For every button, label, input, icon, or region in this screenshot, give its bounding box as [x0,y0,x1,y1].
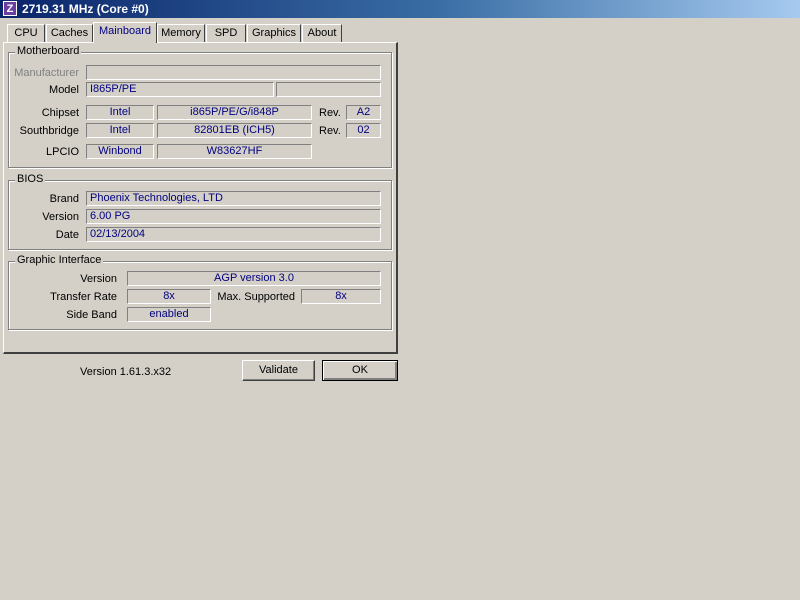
validate-button[interactable]: Validate [242,360,315,381]
southbridge-rev-field: 02 [346,123,381,138]
bios-date-label: Date [55,229,79,241]
lpcio-model-field: W83627HF [157,144,312,159]
tab-memory[interactable]: Memory [157,24,205,42]
cpuz-app-icon: Z [3,1,17,16]
transfer-rate-label: Transfer Rate [50,291,117,303]
gi-version-field: AGP version 3.0 [127,271,381,286]
max-supported-label: Max. Supported [217,291,295,303]
model-extra-field [276,82,381,97]
lpcio-vendor-field: Winbond [86,144,154,159]
tab-mainboard[interactable]: Mainboard [93,22,157,43]
lpcio-label: LPCIO [45,146,79,158]
southbridge-rev-label: Rev. [319,125,341,137]
manufacturer-field [86,65,381,80]
southbridge-label: Southbridge [19,125,79,137]
chipset-model-field: i865P/PE/G/i848P [157,105,312,120]
model-field: I865P/PE [86,82,274,97]
title-bar: Z 2719.31 MHz (Core #0) [0,0,800,18]
side-band-field: enabled [127,307,211,322]
bios-version-field: 6.00 PG [86,209,381,224]
bios-brand-label: Brand [49,193,79,205]
window-title: 2719.31 MHz (Core #0) [22,2,149,16]
gi-version-label: Version [80,273,117,285]
tab-cpu[interactable]: CPU [7,24,45,42]
southbridge-model-field: 82801EB (ICH5) [157,123,312,138]
side-band-label: Side Band [66,309,117,321]
model-label: Model [49,84,79,96]
chipset-rev-field: A2 [346,105,381,120]
max-supported-field: 8x [301,289,381,304]
chipset-vendor-field: Intel [86,105,154,120]
bios-brand-field: Phoenix Technologies, LTD [86,191,381,206]
tab-about[interactable]: About [302,24,342,42]
version-text: Version 1.61.3.x32 [80,366,172,378]
manufacturer-label: Manufacturer [14,67,79,79]
chipset-rev-label: Rev. [319,107,341,119]
southbridge-vendor-field: Intel [86,123,154,138]
tab-graphics[interactable]: Graphics [247,24,301,42]
transfer-rate-field: 8x [127,289,211,304]
tab-caches[interactable]: Caches [46,24,93,42]
chipset-label: Chipset [41,107,79,119]
tab-spd[interactable]: SPD [206,24,246,42]
ok-button[interactable]: OK [322,360,398,381]
bios-date-field: 02/13/2004 [86,227,381,242]
graphic-interface-group-title: Graphic Interface [15,254,104,266]
bios-version-label: Version [42,211,79,223]
motherboard-group-title: Motherboard [15,45,82,57]
bios-group-title: BIOS [15,173,46,185]
